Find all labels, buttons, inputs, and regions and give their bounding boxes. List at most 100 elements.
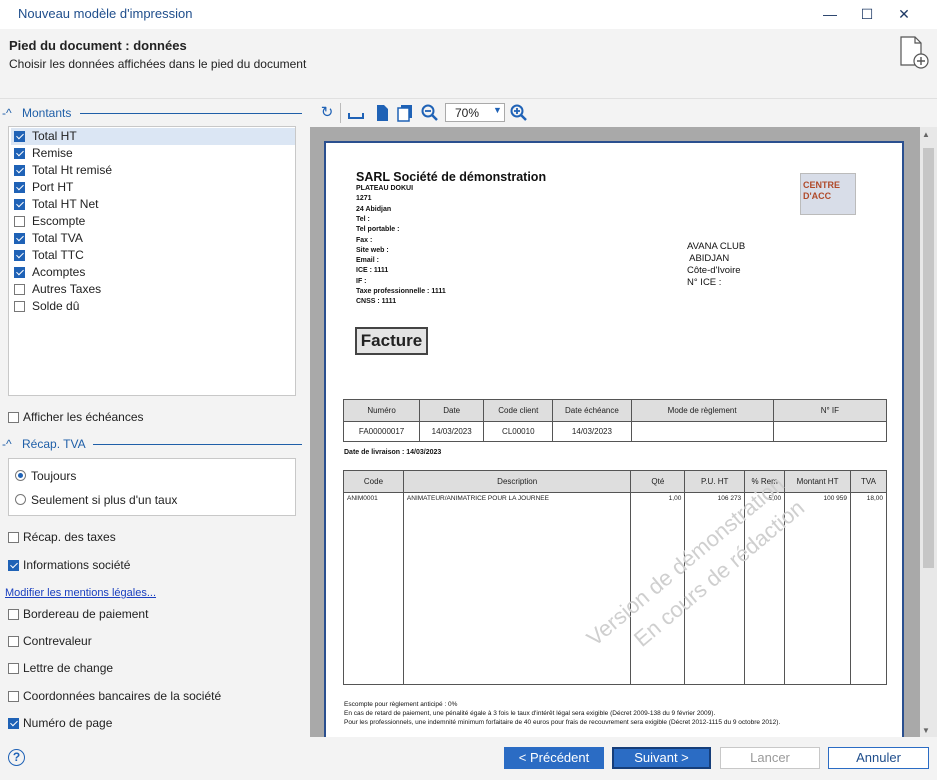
montant-item[interactable]: Total Ht remisé — [11, 162, 295, 179]
montant-item[interactable]: Total TVA — [11, 230, 295, 247]
multi-page-icon[interactable] — [396, 104, 414, 122]
page-subtitle: Choisir les données affichées dans le pi… — [9, 57, 307, 71]
afficher-echeances-checkbox[interactable]: Afficher les échéances — [8, 409, 298, 426]
scroll-up-icon[interactable]: ▲ — [922, 130, 930, 139]
checkbox-icon[interactable] — [14, 216, 25, 227]
page-width-icon[interactable] — [347, 104, 365, 122]
client-line: ABIDJAN — [687, 253, 730, 264]
checkbox-icon[interactable] — [14, 182, 25, 193]
montant-item[interactable]: Port HT — [11, 179, 295, 196]
zoom-select[interactable]: 70% ▼ — [445, 103, 505, 122]
contrevaleur-checkbox[interactable]: Contrevaleur — [8, 633, 298, 650]
info-header-cell: Code client — [483, 399, 554, 422]
address-line: Site web : — [356, 246, 389, 254]
radio-icon[interactable] — [15, 470, 26, 481]
recap-tva-section-header[interactable]: -^ Récap. TVA — [0, 437, 302, 453]
montant-item-label: Total TTC — [32, 248, 84, 262]
radio-toujours[interactable]: Toujours — [9, 468, 289, 485]
address-line: ICE : 1111 — [356, 267, 389, 275]
checkbox-icon[interactable] — [14, 165, 25, 176]
montant-item[interactable]: Solde dû — [11, 298, 295, 315]
montants-section-header[interactable]: -^ Montants — [0, 106, 302, 122]
lettre-change-checkbox[interactable]: Lettre de change — [8, 660, 298, 677]
montant-item[interactable]: Total HT — [11, 128, 295, 145]
montants-title: Montants — [22, 106, 72, 120]
checkbox-icon[interactable] — [14, 301, 25, 312]
recap-tva-options: Toujours Seulement si plus d'un taux — [8, 458, 296, 516]
page-title: Pied du document : données — [9, 38, 187, 53]
document-preview[interactable]: SARL Société de démonstration PLATEAU DO… — [310, 127, 937, 737]
checkbox-icon[interactable] — [14, 148, 25, 159]
montant-item[interactable]: Autres Taxes — [11, 281, 295, 298]
collapse-icon[interactable]: -^ — [2, 437, 12, 451]
coordonnees-label: Coordonnées bancaires de la société — [23, 689, 222, 703]
line-cell: 18,00 — [850, 492, 887, 685]
previous-button[interactable]: < Précédent — [504, 747, 604, 769]
montant-item-label: Remise — [32, 146, 73, 160]
help-icon[interactable]: ? — [8, 749, 25, 766]
modifier-mentions-link[interactable]: Modifier les mentions légales... — [5, 587, 156, 599]
maximize-button[interactable]: ☐ — [856, 4, 878, 24]
footer-note: Escompte pour règlement anticipé : 0% — [344, 701, 458, 708]
minimize-button[interactable]: — — [819, 4, 841, 24]
full-page-icon[interactable] — [373, 104, 391, 122]
wizard-header: Pied du document : données Choisir les d… — [0, 29, 937, 99]
montant-item[interactable]: Acomptes — [11, 264, 295, 281]
montants-list[interactable]: Total HT Remise Total Ht remisé Port HT Tota… — [8, 126, 296, 396]
collapse-icon[interactable]: -^ — [2, 106, 12, 120]
montant-item[interactable]: Escompte — [11, 213, 295, 230]
scroll-down-icon[interactable]: ▼ — [922, 726, 930, 735]
checkbox-icon[interactable] — [8, 718, 19, 729]
close-button[interactable]: ✕ — [893, 4, 915, 24]
refresh-icon[interactable]: ↻ — [318, 104, 336, 122]
montant-item-label: Escompte — [32, 214, 86, 228]
montant-item[interactable]: Total TTC — [11, 247, 295, 264]
radio-icon[interactable] — [15, 494, 26, 505]
infos-societe-checkbox[interactable]: Informations société — [8, 557, 298, 574]
address-line: Email : — [356, 257, 379, 265]
line-header-cell: P.U. HT — [684, 470, 746, 493]
checkbox-icon[interactable] — [14, 233, 25, 244]
recap-taxes-checkbox[interactable]: Récap. des taxes — [8, 529, 298, 546]
montant-item[interactable]: Total HT Net — [11, 196, 295, 213]
client-line: N° ICE : — [687, 277, 722, 288]
delivery-date: Date de livraison : 14/03/2023 — [344, 449, 442, 456]
radio-toujours-label: Toujours — [31, 469, 77, 483]
checkbox-icon[interactable] — [14, 284, 25, 295]
infos-societe-label: Informations société — [23, 558, 131, 572]
recap-tva-title: Récap. TVA — [22, 437, 86, 451]
cancel-button[interactable]: Annuler — [828, 747, 929, 769]
checkbox-icon[interactable] — [14, 199, 25, 210]
launch-button[interactable]: Lancer — [720, 747, 820, 769]
montant-item-label: Total Ht remisé — [32, 163, 113, 177]
zoom-in-icon[interactable] — [510, 104, 528, 122]
afficher-echeances-label: Afficher les échéances — [23, 410, 144, 424]
address-line: Fax : — [356, 236, 373, 244]
checkbox-icon[interactable] — [8, 412, 19, 423]
checkbox-icon[interactable] — [8, 691, 19, 702]
checkbox-icon[interactable] — [8, 663, 19, 674]
checkbox-icon[interactable] — [8, 560, 19, 571]
client-line: Côte-d'Ivoire — [687, 265, 741, 276]
zoom-out-icon[interactable] — [421, 104, 439, 122]
scrollbar-thumb[interactable] — [923, 148, 934, 568]
numero-page-label: Numéro de page — [23, 716, 113, 730]
montant-item-label: Total HT — [32, 129, 77, 143]
checkbox-icon[interactable] — [8, 636, 19, 647]
montant-item-label: Autres Taxes — [32, 282, 102, 296]
radio-seulement[interactable]: Seulement si plus d'un taux — [9, 492, 289, 509]
bordereau-label: Bordereau de paiement — [23, 607, 149, 621]
chevron-down-icon[interactable]: ▼ — [493, 105, 502, 115]
bordereau-checkbox[interactable]: Bordereau de paiement — [8, 606, 298, 623]
numero-page-checkbox[interactable]: Numéro de page — [8, 715, 298, 732]
checkbox-icon[interactable] — [8, 532, 19, 543]
checkbox-icon[interactable] — [8, 609, 19, 620]
montant-item[interactable]: Remise — [11, 145, 295, 162]
checkbox-icon[interactable] — [14, 250, 25, 261]
montant-item-label: Total HT Net — [32, 197, 99, 211]
coordonnees-checkbox[interactable]: Coordonnées bancaires de la société — [8, 688, 298, 705]
checkbox-icon[interactable] — [14, 131, 25, 142]
checkbox-icon[interactable] — [14, 267, 25, 278]
title-bar: Nouveau modèle d'impression — ☐ ✕ — [0, 0, 937, 29]
next-button[interactable]: Suivant > — [612, 747, 711, 769]
